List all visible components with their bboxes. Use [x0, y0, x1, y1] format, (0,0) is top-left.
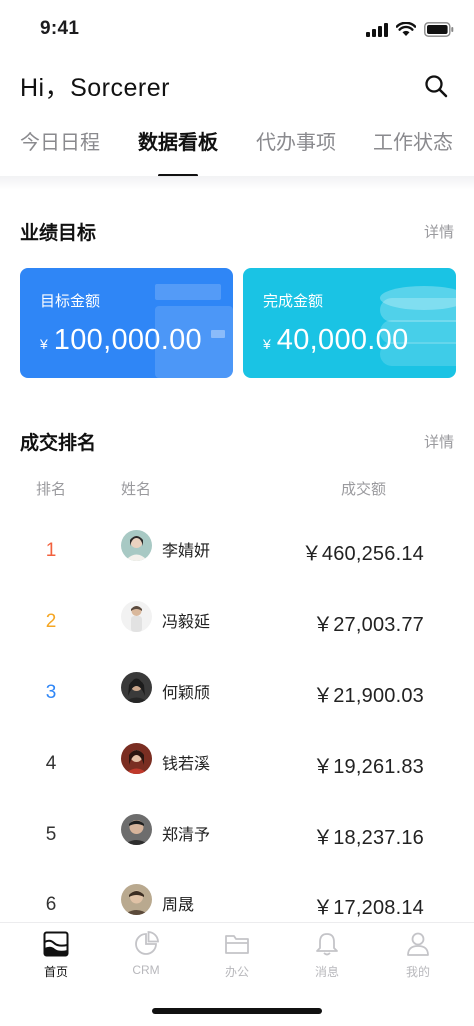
nav-home-label: 首页 [43, 965, 68, 979]
column-header-rank: 排名 [36, 481, 67, 498]
rank-number: 4 [45, 753, 57, 774]
deal-amount: ￥460,256.14 [301, 543, 424, 565]
table-row[interactable]: 5 郑清予 ￥18,237.16 [0, 804, 474, 875]
nav-home[interactable]: 首页 [21, 931, 91, 980]
tab-bar-shadow [0, 176, 474, 190]
signal-icon [366, 22, 388, 37]
search-icon [425, 75, 448, 98]
target-amount-value-wrap: ¥ 100,000.00 [40, 324, 202, 357]
home-indicator [152, 1008, 322, 1014]
ranking-section-title: 成交排名 [20, 433, 97, 454]
nav-profile-label: 我的 [405, 965, 430, 979]
wifi-icon [396, 22, 416, 36]
deal-amount: ￥17,208.14 [313, 897, 424, 919]
column-header-name: 姓名 [121, 481, 152, 498]
performance-detail-link[interactable]: 详情 [424, 221, 454, 242]
target-amount-value: 100,000.00 [53, 324, 202, 356]
tab-data-dashboard[interactable]: 数据看板 [138, 126, 218, 155]
bottom-nav: 首页 CRM 办公 消息 我的 [0, 922, 474, 992]
rank-number: 1 [45, 540, 57, 561]
avatar [121, 530, 152, 561]
greeting-title: Hi，Sorcerer [20, 74, 170, 102]
rank-number: 3 [45, 682, 57, 703]
status-icons [366, 22, 454, 37]
nav-profile[interactable]: 我的 [383, 931, 453, 980]
nav-office-label: 办公 [224, 965, 249, 979]
user-icon [407, 932, 429, 956]
person-name: 钱若溪 [162, 756, 211, 773]
person-name: 周晟 [162, 897, 195, 914]
table-row[interactable]: 1 李婧妍 ￥460,256.14 [0, 520, 474, 591]
avatar [121, 743, 152, 774]
target-amount-card[interactable]: 目标金额 ¥ 100,000.00 [20, 268, 233, 378]
completed-amount-value-wrap: ¥ 40,000.00 [263, 324, 409, 357]
deal-amount: ￥21,900.03 [313, 685, 424, 707]
deal-amount: ￥18,237.16 [313, 827, 424, 849]
completed-amount-label: 完成金额 [263, 293, 324, 310]
avatar [121, 884, 152, 915]
person-name: 何颖颀 [162, 685, 211, 702]
deal-amount: ￥27,003.77 [313, 614, 424, 636]
header: Hi，Sorcerer [20, 66, 454, 106]
table-row[interactable]: 4 钱若溪 ￥19,261.83 [0, 733, 474, 804]
coins-decoration-icon [380, 286, 456, 366]
avatar [121, 814, 152, 845]
person-name: 李婧妍 [162, 543, 211, 560]
ranking-detail-link[interactable]: 详情 [424, 431, 454, 452]
folder-icon [225, 935, 249, 954]
nav-crm-label: CRM [132, 963, 160, 977]
status-time: 9:41 [40, 18, 80, 39]
person-name: 冯毅延 [162, 614, 211, 631]
column-header-amount: 成交额 [341, 481, 387, 498]
currency-symbol: ¥ [263, 336, 271, 352]
rank-number: 2 [45, 611, 57, 632]
rank-number: 6 [45, 894, 57, 915]
table-row[interactable]: 2 冯毅延 ￥27,003.77 [0, 591, 474, 662]
avatar [121, 672, 152, 703]
pie-chart-icon [135, 931, 159, 955]
nav-messages-label: 消息 [314, 965, 339, 979]
performance-section-title: 业绩目标 [20, 223, 97, 244]
rank-number: 5 [45, 824, 57, 845]
dashboard-icon [43, 931, 69, 957]
completed-amount-card[interactable]: 完成金额 ¥ 40,000.00 [243, 268, 456, 378]
completed-amount-value: 40,000.00 [276, 324, 409, 356]
tab-todo[interactable]: 代办事项 [256, 126, 336, 155]
ranking-table-header: 排名 姓名 成交额 [0, 478, 474, 500]
nav-office[interactable]: 办公 [202, 931, 272, 980]
avatar [121, 601, 152, 632]
target-amount-label: 目标金额 [40, 293, 101, 310]
deal-amount: ￥19,261.83 [313, 756, 424, 778]
wallet-decoration-icon [155, 284, 233, 378]
tab-bar: 今日日程 数据看板 代办事项 工作状态 [0, 126, 474, 180]
bell-icon [316, 933, 338, 956]
tab-work-status[interactable]: 工作状态 [373, 126, 453, 155]
currency-symbol: ¥ [40, 336, 48, 352]
search-button[interactable] [418, 68, 454, 104]
person-name: 郑清予 [162, 827, 211, 844]
tab-today-schedule[interactable]: 今日日程 [20, 126, 100, 155]
battery-icon [424, 22, 454, 37]
table-row[interactable]: 3 何颖颀 ￥21,900.03 [0, 662, 474, 733]
status-bar: 9:41 [0, 0, 474, 56]
nav-messages[interactable]: 消息 [292, 931, 362, 980]
nav-crm[interactable]: CRM [111, 931, 181, 977]
